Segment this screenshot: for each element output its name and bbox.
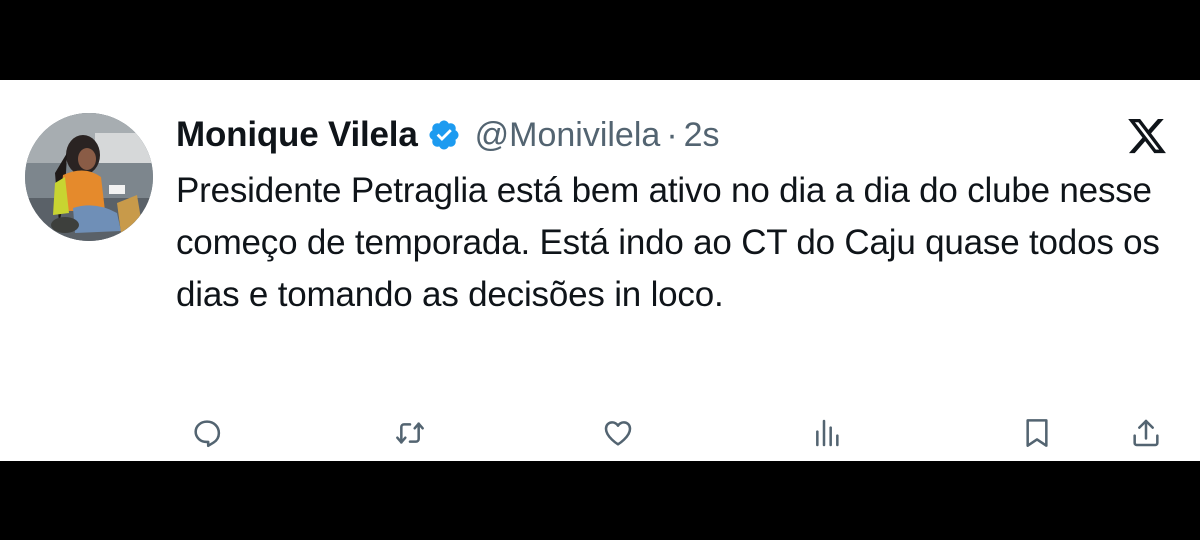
avatar[interactable]: [25, 113, 153, 241]
author-handle[interactable]: @Monivilela: [475, 116, 661, 155]
like-icon: [604, 421, 632, 446]
share-button[interactable]: [1124, 413, 1168, 453]
like-button[interactable]: [596, 413, 640, 453]
avatar-photo: [25, 113, 153, 241]
bookmark-icon: [1026, 419, 1048, 447]
x-logo-icon[interactable]: [1124, 115, 1170, 157]
share-icon: [1133, 419, 1159, 447]
letterbox-bottom: [0, 461, 1200, 540]
tweet-actions: [0, 413, 1200, 453]
views-button[interactable]: [806, 413, 850, 453]
author-display-name[interactable]: Monique Vilela: [176, 115, 418, 155]
reply-button[interactable]: [185, 413, 229, 453]
letterbox-top: [0, 0, 1200, 80]
retweet-icon: [396, 422, 424, 444]
retweet-button[interactable]: [388, 413, 432, 453]
bookmark-button[interactable]: [1015, 413, 1059, 453]
time-separator: ·: [666, 115, 678, 154]
tweet-timestamp[interactable]: 2s: [684, 116, 720, 155]
tweet-card[interactable]: Monique Vilela @Monivilela · 2s Presiden…: [0, 80, 1200, 461]
tweet-text: Presidente Petraglia está bem ativo no d…: [176, 171, 1160, 314]
views-icon: [816, 419, 839, 447]
tweet-header: Monique Vilela @Monivilela · 2s: [176, 113, 720, 157]
reply-icon: [194, 420, 221, 448]
verified-badge-icon: [429, 120, 459, 150]
